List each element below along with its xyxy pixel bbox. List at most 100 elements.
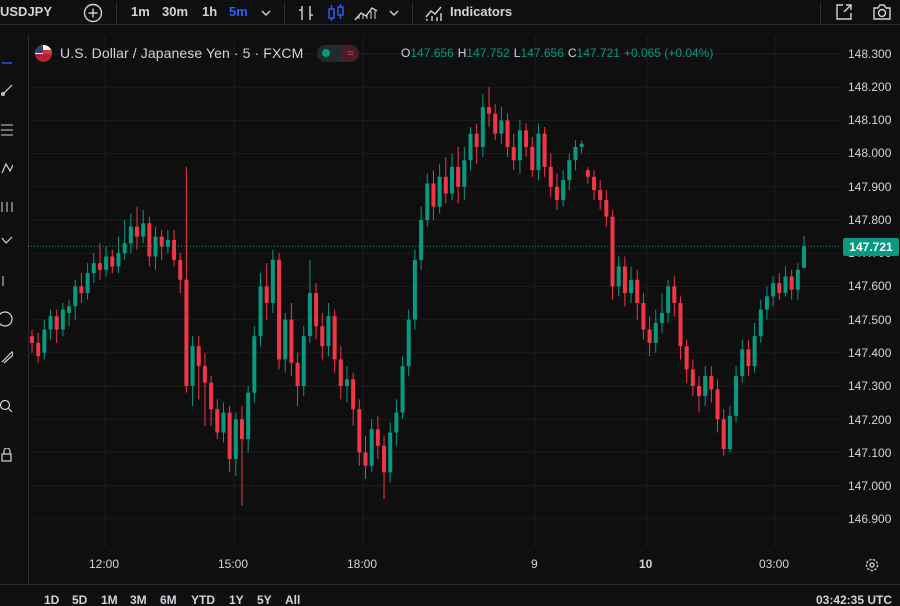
candle-body bbox=[505, 120, 510, 147]
open-value: 147.656 bbox=[410, 46, 454, 60]
symbol-search[interactable]: USDJPY bbox=[0, 4, 52, 19]
fib-icon[interactable] bbox=[0, 121, 14, 139]
candle-body bbox=[165, 239, 170, 247]
candle-body bbox=[406, 319, 411, 367]
candle-body bbox=[641, 303, 646, 330]
price-tick: 147.100 bbox=[848, 446, 892, 460]
utc-clock[interactable]: 03:42:35 UTC bbox=[816, 593, 892, 606]
area-chart-icon[interactable] bbox=[353, 2, 379, 24]
candle-body bbox=[709, 376, 714, 390]
candle-body bbox=[363, 452, 368, 466]
text-icon[interactable] bbox=[0, 272, 14, 290]
chevron-down-icon[interactable] bbox=[259, 6, 273, 20]
share-icon[interactable] bbox=[832, 1, 856, 23]
wave-icon: ≈ bbox=[341, 44, 360, 62]
range-5y-button[interactable]: 5Y bbox=[257, 593, 272, 606]
candle-body bbox=[147, 223, 152, 257]
candle-body bbox=[172, 239, 177, 260]
price-tick: 148.300 bbox=[848, 47, 892, 61]
time-label: 10 bbox=[639, 557, 653, 571]
close-value: 147.721 bbox=[576, 46, 620, 60]
candle-body bbox=[554, 186, 559, 201]
market-open-dot bbox=[322, 49, 331, 57]
price-tick: 147.200 bbox=[848, 413, 892, 427]
candle-body bbox=[36, 342, 41, 357]
cursor-icon[interactable] bbox=[0, 54, 14, 72]
candle-body bbox=[382, 445, 387, 473]
candle-body bbox=[202, 366, 207, 383]
candle-body bbox=[511, 146, 516, 161]
candle-body bbox=[517, 130, 522, 161]
candle-body bbox=[666, 286, 671, 313]
candle-body bbox=[227, 412, 232, 460]
candle-body bbox=[734, 376, 739, 416]
symbol-title[interactable]: U.S. Dollar / Japanese Yen · 5 · FXCM bbox=[60, 45, 303, 61]
compare-add-icon[interactable] bbox=[82, 2, 104, 24]
candle-body bbox=[548, 166, 553, 187]
settings-gear-icon[interactable] bbox=[863, 556, 881, 574]
range-5d-button[interactable]: 5D bbox=[72, 593, 87, 606]
us-flag-icon bbox=[35, 44, 52, 62]
chevron-down-icon[interactable] bbox=[387, 6, 401, 20]
change-value: +0.065 (+0.04%) bbox=[623, 46, 714, 60]
candle-body bbox=[468, 133, 473, 161]
candles-icon[interactable] bbox=[325, 2, 347, 24]
camera-icon[interactable] bbox=[870, 1, 894, 23]
trend-line-icon[interactable] bbox=[0, 81, 14, 99]
ruler-icon[interactable] bbox=[0, 348, 14, 366]
candle-body bbox=[73, 286, 78, 307]
candle-body bbox=[456, 166, 461, 187]
range-1d-button[interactable]: 1D bbox=[44, 593, 59, 606]
candle-body bbox=[579, 143, 584, 147]
candle-body bbox=[326, 316, 331, 347]
price-tick: 147.400 bbox=[848, 346, 892, 360]
low-label: L bbox=[513, 46, 521, 60]
price-tick: 146.900 bbox=[848, 512, 892, 526]
range-1m-button[interactable]: 1M bbox=[101, 593, 118, 606]
candle-body bbox=[567, 160, 572, 181]
interval-5m-button[interactable]: 5m bbox=[229, 4, 248, 19]
candle-body bbox=[270, 259, 275, 303]
chart-legend: U.S. Dollar / Japanese Yen · 5 · FXCM ≈ bbox=[35, 43, 360, 63]
interval-30m-button[interactable]: 30m bbox=[162, 4, 188, 19]
brush-icon[interactable] bbox=[0, 232, 14, 250]
bar-chart-icon[interactable] bbox=[295, 2, 317, 24]
price-axis[interactable]: 148.300 148.200 148.100 148.000 147.900 … bbox=[840, 36, 900, 547]
candle-body bbox=[375, 429, 380, 446]
indicators-icon[interactable] bbox=[423, 2, 445, 24]
candle-body bbox=[42, 329, 47, 353]
candle-body bbox=[246, 392, 251, 440]
candle-body bbox=[184, 279, 189, 386]
candle-body bbox=[221, 412, 226, 433]
candle-body bbox=[277, 259, 282, 360]
candlestick-chart[interactable] bbox=[28, 36, 840, 547]
candle-body bbox=[746, 349, 751, 367]
pattern-icon[interactable] bbox=[0, 159, 14, 177]
candle-body bbox=[233, 419, 238, 460]
candle-body bbox=[357, 409, 362, 453]
range-ytd-button[interactable]: YTD bbox=[191, 593, 215, 606]
range-3m-button[interactable]: 3M bbox=[130, 593, 147, 606]
range-6m-button[interactable]: 6M bbox=[160, 593, 177, 606]
interval-1h-button[interactable]: 1h bbox=[202, 4, 217, 19]
market-status-badge[interactable]: ≈ bbox=[317, 44, 360, 62]
candle-body bbox=[783, 276, 788, 294]
time-axis[interactable]: 12:00 15:00 18:00 9 10 03:00 bbox=[28, 548, 840, 578]
candle-body bbox=[684, 346, 689, 370]
lock-icon[interactable] bbox=[0, 446, 14, 464]
candle-body bbox=[122, 243, 127, 254]
emoji-icon[interactable] bbox=[0, 310, 14, 328]
candle-body bbox=[493, 113, 498, 134]
chart-pane[interactable] bbox=[28, 36, 840, 547]
range-all-button[interactable]: All bbox=[285, 593, 300, 606]
range-1y-button[interactable]: 1Y bbox=[229, 593, 244, 606]
zoom-icon[interactable] bbox=[0, 398, 14, 416]
interval-1m-button[interactable]: 1m bbox=[131, 4, 150, 19]
candle-body bbox=[752, 336, 757, 367]
projection-icon[interactable] bbox=[0, 198, 14, 216]
candle-body bbox=[659, 312, 664, 323]
candle-body bbox=[561, 180, 566, 201]
close-label: C bbox=[567, 46, 577, 60]
candle-body bbox=[141, 223, 146, 237]
indicators-button[interactable]: Indicators bbox=[450, 4, 512, 19]
